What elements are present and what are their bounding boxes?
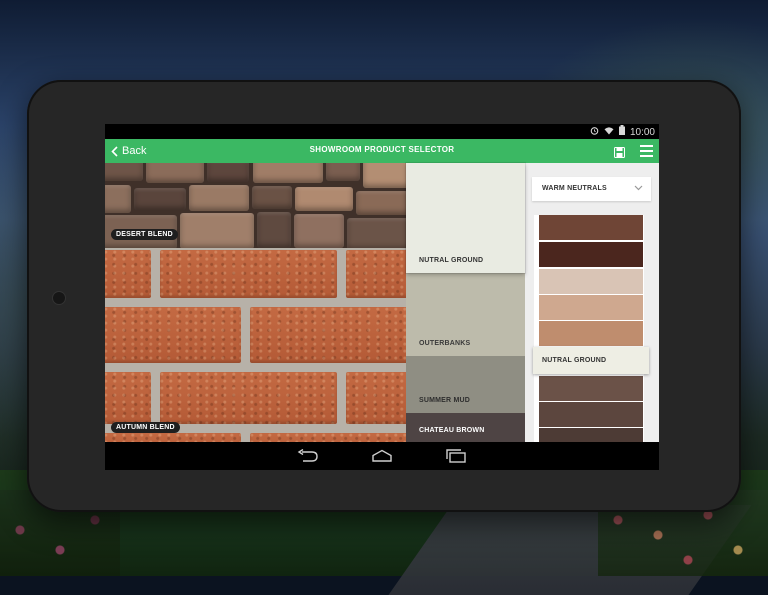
swatch-outerbanks[interactable]: OUTERBANKS	[406, 273, 525, 356]
status-bar: 10:00	[105, 124, 659, 139]
swatch-summer-mud[interactable]: SUMMER MUD	[406, 356, 525, 413]
swatch-label: OUTERBANKS	[419, 340, 471, 347]
palette-panel: WARM NEUTRALS	[525, 163, 659, 442]
swatch-label: CHATEAU BROWN	[419, 427, 485, 434]
swatch-chateau-brown[interactable]: CHATEAU BROWN	[406, 413, 525, 442]
save-icon[interactable]	[614, 145, 625, 158]
palette-chip-selected-label: NUTRAL GROUND	[542, 357, 607, 364]
selector-content: DESERT BLEND AUTUMN BLEND NUTRAL GROUND …	[105, 163, 659, 442]
palette-chip[interactable]	[539, 269, 643, 294]
battery-icon	[618, 125, 625, 139]
tablet-screen: 10:00 Back SHOWROOM PRODUCT SELECTOR DES…	[105, 124, 659, 470]
front-camera	[53, 292, 65, 304]
palette-chip-selected[interactable]: NUTRAL GROUND	[533, 347, 649, 374]
palette-chip[interactable]	[539, 376, 643, 401]
swatch-nutral-ground[interactable]: NUTRAL GROUND	[406, 163, 525, 273]
palette-chip[interactable]	[539, 402, 643, 427]
product-desert-blend[interactable]: DESERT BLEND	[105, 163, 406, 248]
palette-chip[interactable]	[539, 215, 643, 240]
swatch-label: SUMMER MUD	[419, 397, 470, 404]
navigation-bar	[105, 442, 659, 470]
chevron-down-icon	[634, 185, 643, 191]
palette-chip[interactable]	[539, 428, 643, 442]
wifi-icon	[604, 126, 614, 139]
home-nav-icon[interactable]	[371, 449, 393, 463]
recents-nav-icon[interactable]	[445, 449, 467, 463]
status-time: 10:00	[629, 126, 655, 138]
back-nav-icon[interactable]	[297, 448, 319, 463]
palette-dropdown[interactable]: WARM NEUTRALS	[532, 177, 651, 201]
swatch-label: NUTRAL GROUND	[419, 257, 484, 264]
app-bar: Back SHOWROOM PRODUCT SELECTOR	[105, 139, 659, 163]
palette-dropdown-value: WARM NEUTRALS	[542, 185, 607, 192]
palette-chip[interactable]	[539, 242, 643, 267]
product-label-autumn-blend: AUTUMN BLEND	[111, 422, 180, 433]
menu-icon[interactable]	[640, 145, 653, 157]
palette-chip[interactable]	[539, 295, 643, 320]
page-title: SHOWROOM PRODUCT SELECTOR	[309, 145, 455, 154]
product-autumn-blend[interactable]: AUTUMN BLEND	[105, 248, 406, 442]
product-label-desert-blend: DESERT BLEND	[111, 229, 178, 240]
palette-chip[interactable]	[539, 321, 643, 346]
palette-chip-list	[534, 215, 644, 442]
alarm-icon	[590, 126, 599, 139]
